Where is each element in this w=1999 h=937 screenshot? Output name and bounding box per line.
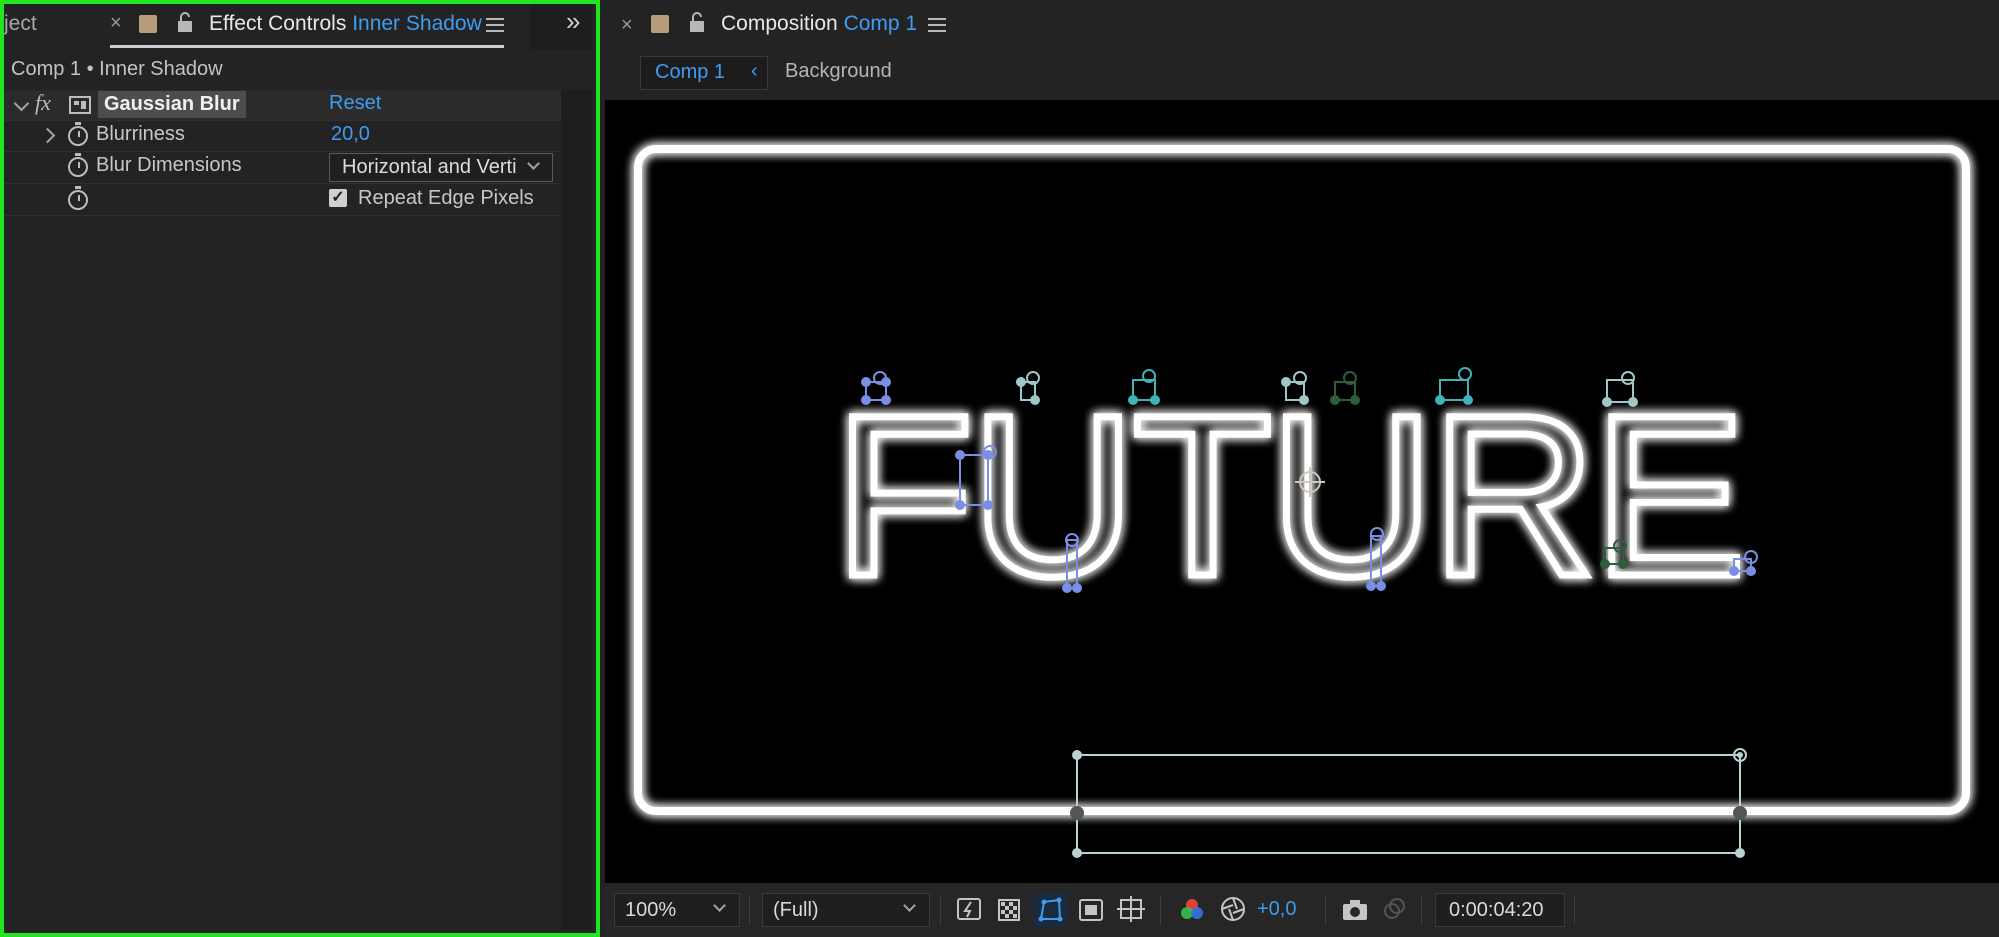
- selection-highlight: [0, 0, 600, 937]
- composition-viewer[interactable]: FUTURE: [605, 100, 1999, 883]
- region-of-interest-icon[interactable]: [1077, 896, 1105, 924]
- checkbox-icon[interactable]: ✓: [329, 189, 347, 207]
- effect-controls-layer-name: Inner Shadow: [352, 12, 482, 35]
- tab-overflow: [530, 0, 592, 50]
- left-tab-bar: ject × Effect Controls Inner Shadow »: [0, 0, 596, 52]
- repeat-edge-pixels-label: Repeat Edge Pixels: [358, 187, 534, 209]
- transparency-grid-icon[interactable]: [996, 896, 1024, 924]
- chevron-down-icon: [527, 157, 540, 170]
- blur-dimensions-dropdown[interactable]: Horizontal and Verti: [329, 153, 553, 182]
- chevron-down-icon: [713, 899, 726, 912]
- toolbar-separator: [1574, 895, 1575, 925]
- exposure-reset-icon[interactable]: [1219, 895, 1247, 923]
- effect-controls-tab[interactable]: Effect Controls Inner Shadow: [209, 12, 482, 36]
- toolbar-separator: [749, 895, 750, 925]
- toolbar-separator: [1421, 895, 1422, 925]
- stopwatch-icon[interactable]: [68, 153, 88, 177]
- project-tab[interactable]: ject: [4, 12, 37, 36]
- show-snapshot-icon[interactable]: [1380, 895, 1410, 923]
- tab-background[interactable]: Background: [785, 60, 892, 83]
- effect-controls-panel: ject × Effect Controls Inner Shadow » Co…: [0, 0, 600, 937]
- row-divider: [4, 151, 561, 152]
- resolution-dropdown[interactable]: (Full): [762, 893, 930, 927]
- composition-tab-comp-name: Comp 1: [843, 12, 918, 35]
- fast-preview-icon[interactable]: [956, 896, 984, 924]
- mask-visibility-icon: [1038, 897, 1063, 922]
- close-icon[interactable]: ×: [621, 14, 633, 37]
- snapshot-icon[interactable]: [1341, 898, 1369, 922]
- blurriness-value[interactable]: 20,0: [331, 123, 370, 146]
- lock-icon[interactable]: [176, 12, 194, 34]
- chevron-left-icon[interactable]: ‹: [751, 60, 758, 83]
- reset-link[interactable]: Reset: [329, 92, 381, 115]
- timecode-field[interactable]: 0:00:04:20: [1435, 893, 1565, 927]
- stopwatch-icon[interactable]: [68, 122, 88, 146]
- blurriness-label: Blurriness: [96, 123, 185, 145]
- channel-icon[interactable]: [1178, 896, 1206, 924]
- chevron-right-icon[interactable]: [39, 127, 56, 144]
- exposure-value[interactable]: +0,0: [1257, 898, 1296, 921]
- text-box-bounds: [1076, 754, 1741, 854]
- viewer-canvas: FUTURE: [634, 145, 1970, 858]
- composition-tab-label: Composition: [721, 12, 838, 35]
- row-divider: [4, 215, 561, 216]
- tab-comp-1[interactable]: Comp 1 ‹: [640, 56, 768, 90]
- mask-visibility-button[interactable]: [1033, 893, 1067, 927]
- zoom-dropdown[interactable]: 100%: [614, 893, 740, 927]
- effect-name[interactable]: Gaussian Blur: [98, 91, 246, 118]
- comp-nav-active-label: Comp 1: [655, 61, 726, 83]
- breadcrumb: Comp 1 • Inner Shadow: [11, 58, 223, 80]
- toolbar-separator: [1325, 895, 1326, 925]
- blur-dimensions-value: Horizontal and Verti: [342, 156, 517, 178]
- panel-overflow-chevron-icon[interactable]: »: [566, 6, 580, 37]
- toolbar-separator: [940, 895, 941, 925]
- timecode-value: 0:00:04:20: [1449, 899, 1544, 921]
- scrollbar[interactable]: [561, 90, 592, 929]
- comp-color-swatch: [651, 15, 669, 33]
- composition-tab[interactable]: Composition Comp 1: [721, 12, 917, 36]
- resolution-value: (Full): [773, 899, 819, 921]
- chevron-down-icon: [903, 899, 916, 912]
- effect-preset-icon: [69, 96, 91, 114]
- row-divider: [4, 120, 561, 121]
- stopwatch-icon[interactable]: [68, 186, 88, 210]
- effect-controls-tab-label: Effect Controls: [209, 12, 347, 35]
- fx-toggle-icon[interactable]: fx: [35, 90, 51, 116]
- active-tab-underline: [110, 45, 504, 48]
- menu-icon[interactable]: [486, 14, 504, 36]
- toolbar-separator: [1160, 895, 1161, 925]
- blur-dimensions-label: Blur Dimensions: [96, 154, 242, 176]
- guides-icon[interactable]: [1115, 894, 1147, 926]
- row-divider: [4, 183, 561, 184]
- layer-color-swatch: [139, 15, 157, 33]
- menu-icon[interactable]: [928, 14, 946, 36]
- lock-icon[interactable]: [688, 12, 706, 34]
- zoom-value: 100%: [625, 899, 677, 921]
- close-icon[interactable]: ×: [110, 12, 122, 35]
